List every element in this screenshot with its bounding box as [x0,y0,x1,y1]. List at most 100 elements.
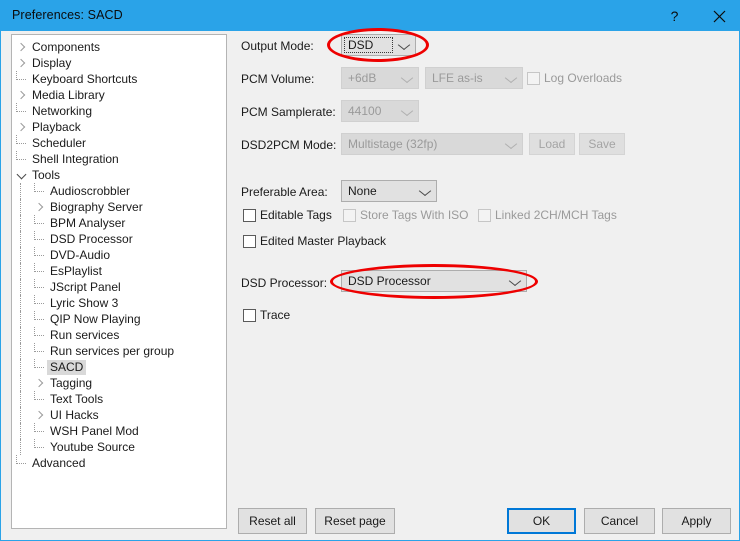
chevron-right-icon[interactable] [14,119,29,135]
tree-item-wsh-panel-mod[interactable]: WSH Panel Mod [14,423,226,439]
checkbox-box [243,209,256,222]
tree-item-label: Shell Integration [29,152,122,167]
chevron-right-icon[interactable] [32,199,47,215]
tree-item-audioscrobbler[interactable]: Audioscrobbler [14,183,226,199]
tree-guide [14,295,32,311]
tree-item-components[interactable]: Components [14,39,226,55]
tree-guide [14,407,32,423]
tree-connector-icon [32,183,47,199]
tree-item-label: BPM Analyser [47,216,128,231]
chevron-right-icon[interactable] [14,55,29,71]
store-tags-with-iso-checkbox[interactable]: Store Tags With ISO [343,208,469,222]
tree-connector-icon [32,215,47,231]
dsd2pcm-mode-label: DSD2PCM Mode: [241,138,336,152]
tree-item-label: Advanced [29,456,88,471]
tree-item-label: Display [29,56,74,71]
reset-page-label: Reset page [324,514,385,528]
linked-tags-checkbox[interactable]: Linked 2CH/MCH Tags [478,208,617,222]
pcm-volume-combo[interactable]: +6dB [341,67,419,89]
chevron-right-icon[interactable] [32,375,47,391]
tree-item-media-library[interactable]: Media Library [14,87,226,103]
lfe-mode-combo[interactable]: LFE as-is [425,67,523,89]
tree-guide [14,375,32,391]
tree-item-ui-hacks[interactable]: UI Hacks [14,407,226,423]
tree-item-youtube-source[interactable]: Youtube Source [14,439,226,455]
tree-item-tagging[interactable]: Tagging [14,375,226,391]
tree-item-run-services[interactable]: Run services [14,327,226,343]
close-glyph [713,10,726,23]
checkbox-box [243,309,256,322]
apply-button[interactable]: Apply [662,508,731,534]
tree-item-scheduler[interactable]: Scheduler [14,135,226,151]
tree-guide [14,279,32,295]
tree-item-biography-server[interactable]: Biography Server [14,199,226,215]
tree-guide [14,231,32,247]
cancel-button[interactable]: Cancel [584,508,655,534]
log-overloads-label: Log Overloads [544,71,622,85]
close-icon[interactable] [697,1,740,31]
tree-connector-icon [32,343,47,359]
tree-item-qip-now-playing[interactable]: QIP Now Playing [14,311,226,327]
tree-item-lyric-show-3[interactable]: Lyric Show 3 [14,295,226,311]
tree-item-label: UI Hacks [47,408,102,423]
pcm-samplerate-combo[interactable]: 44100 [341,100,419,122]
chevron-down-icon [500,68,522,88]
editable-tags-label: Editable Tags [260,208,332,222]
dsd-processor-value: DSD Processor [342,274,504,288]
output-mode-value: DSD [342,38,393,52]
tree-item-label: Run services per group [47,344,177,359]
trace-checkbox[interactable]: Trace [243,308,290,322]
tree-item-dsd-processor[interactable]: DSD Processor [14,231,226,247]
pcm-samplerate-label: PCM Samplerate: [241,105,336,119]
tree-item-label: Text Tools [47,392,106,407]
checkbox-box [243,235,256,248]
preferable-area-combo[interactable]: None [341,180,437,202]
edited-master-playback-checkbox[interactable]: Edited Master Playback [243,234,386,248]
tree-item-esplaylist[interactable]: EsPlaylist [14,263,226,279]
tree-item-keyboard-shortcuts[interactable]: Keyboard Shortcuts [14,71,226,87]
preferable-area-label: Preferable Area: [241,185,328,199]
tree-connector-icon [32,439,47,455]
tree-item-run-services-per-group[interactable]: Run services per group [14,343,226,359]
tree-item-advanced[interactable]: Advanced [14,455,226,471]
tree-guide [14,183,32,199]
linked-tags-label: Linked 2CH/MCH Tags [495,208,617,222]
log-overloads-checkbox[interactable]: Log Overloads [527,71,622,85]
output-mode-label: Output Mode: [241,39,314,53]
tree-item-text-tools[interactable]: Text Tools [14,391,226,407]
tree-item-tools[interactable]: Tools [14,167,226,183]
save-button[interactable]: Save [579,133,625,155]
preferences-tree[interactable]: ComponentsDisplayKeyboard ShortcutsMedia… [11,34,227,529]
chevron-right-icon[interactable] [14,39,29,55]
load-button[interactable]: Load [529,133,575,155]
output-mode-combo[interactable]: DSD [341,34,416,56]
tree-connector-icon [32,423,47,439]
tree-guide [14,327,32,343]
tree-item-shell-integration[interactable]: Shell Integration [14,151,226,167]
tree-item-dvd-audio[interactable]: DVD-Audio [14,247,226,263]
tree-guide [14,215,32,231]
tree-item-playback[interactable]: Playback [14,119,226,135]
tree-item-display[interactable]: Display [14,55,226,71]
help-icon[interactable]: ? [652,1,697,31]
chevron-right-icon[interactable] [32,407,47,423]
dsd-processor-combo[interactable]: DSD Processor [341,270,527,292]
tree-connector-icon [32,327,47,343]
ok-button[interactable]: OK [507,508,576,534]
chevron-down-icon[interactable] [14,167,29,183]
title-bar: Preferences: SACD ? [1,1,739,31]
reset-all-button[interactable]: Reset all [238,508,307,534]
tree-item-sacd[interactable]: SACD [14,359,226,375]
reset-page-button[interactable]: Reset page [315,508,395,534]
editable-tags-checkbox[interactable]: Editable Tags [243,208,332,222]
tree-item-networking[interactable]: Networking [14,103,226,119]
tree-item-bpm-analyser[interactable]: BPM Analyser [14,215,226,231]
chevron-right-icon[interactable] [14,87,29,103]
tree-guide [14,359,32,375]
tree-item-label: Youtube Source [47,440,138,455]
dsd2pcm-mode-combo[interactable]: Multistage (32fp) [341,133,523,155]
tree-item-jscript-panel[interactable]: JScript Panel [14,279,226,295]
tree-item-label: Run services [47,328,122,343]
tree-connector-icon [32,359,47,375]
tree-connector-icon [14,151,29,167]
